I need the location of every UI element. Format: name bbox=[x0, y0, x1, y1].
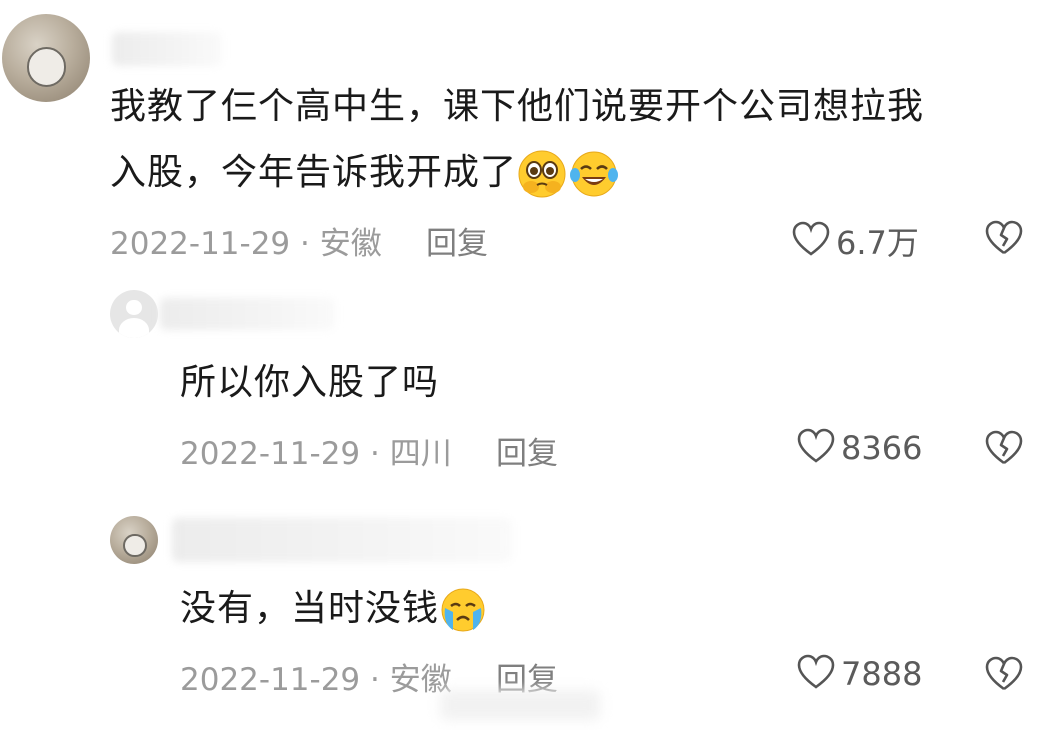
comment-line: 入股，今年告诉我开成了 bbox=[110, 152, 518, 193]
like-count: 8366 bbox=[841, 429, 923, 467]
broken-heart-icon bbox=[985, 656, 1023, 696]
tears-of-joy-icon bbox=[569, 149, 619, 199]
reply-button[interactable]: 回复 bbox=[426, 218, 488, 263]
comment-date: 2022-11-29 bbox=[180, 662, 361, 698]
comment-date: 2022-11-29 bbox=[110, 226, 291, 262]
dislike-button[interactable] bbox=[985, 220, 1023, 260]
reply-text: 所以你入股了吗 bbox=[180, 362, 440, 403]
like-button[interactable]: 8366 bbox=[797, 428, 922, 468]
heart-icon bbox=[792, 221, 830, 261]
heart-icon bbox=[797, 654, 835, 694]
dislike-button[interactable] bbox=[985, 656, 1023, 696]
comment-location: 四川 bbox=[389, 436, 452, 472]
pleading-face-icon bbox=[517, 149, 567, 199]
comment-meta: 2022-11-29 · 安徽 bbox=[180, 654, 452, 699]
crying-face-icon bbox=[439, 586, 487, 634]
avatar[interactable] bbox=[2, 14, 90, 102]
reply-text: 没有，当时没钱 bbox=[180, 576, 487, 642]
heart-icon bbox=[797, 428, 835, 468]
avatar[interactable] bbox=[110, 516, 158, 564]
like-count: 6.7万 bbox=[836, 224, 919, 262]
meta-separator: · bbox=[370, 436, 380, 472]
comment-line: 我教了仨个高中生，课下他们说要开个公司想拉我 bbox=[110, 86, 925, 127]
comment-meta: 2022-11-29 · 安徽 bbox=[110, 218, 382, 263]
like-button[interactable]: 6.7万 bbox=[792, 218, 919, 264]
reply-button[interactable]: 回复 bbox=[496, 428, 558, 473]
blurred-overlay bbox=[440, 690, 600, 720]
comment-meta: 2022-11-29 · 四川 bbox=[180, 428, 452, 473]
meta-separator: · bbox=[300, 226, 310, 262]
comment-date: 2022-11-29 bbox=[180, 436, 361, 472]
broken-heart-icon bbox=[985, 220, 1023, 260]
avatar[interactable] bbox=[110, 290, 158, 338]
comment-text: 我教了仨个高中生，课下他们说要开个公司想拉我 入股，今年告诉我开成了 bbox=[110, 74, 1050, 206]
dislike-button[interactable] bbox=[985, 430, 1023, 470]
reply-line: 没有，当时没钱 bbox=[180, 588, 440, 629]
username-blurred[interactable] bbox=[160, 298, 335, 330]
like-button[interactable]: 7888 bbox=[797, 654, 922, 694]
like-count: 7888 bbox=[841, 655, 923, 693]
username-blurred[interactable] bbox=[172, 518, 512, 562]
meta-separator: · bbox=[370, 662, 380, 698]
broken-heart-icon bbox=[985, 430, 1023, 470]
comment-location: 安徽 bbox=[319, 226, 382, 262]
username-blurred[interactable] bbox=[112, 32, 222, 66]
